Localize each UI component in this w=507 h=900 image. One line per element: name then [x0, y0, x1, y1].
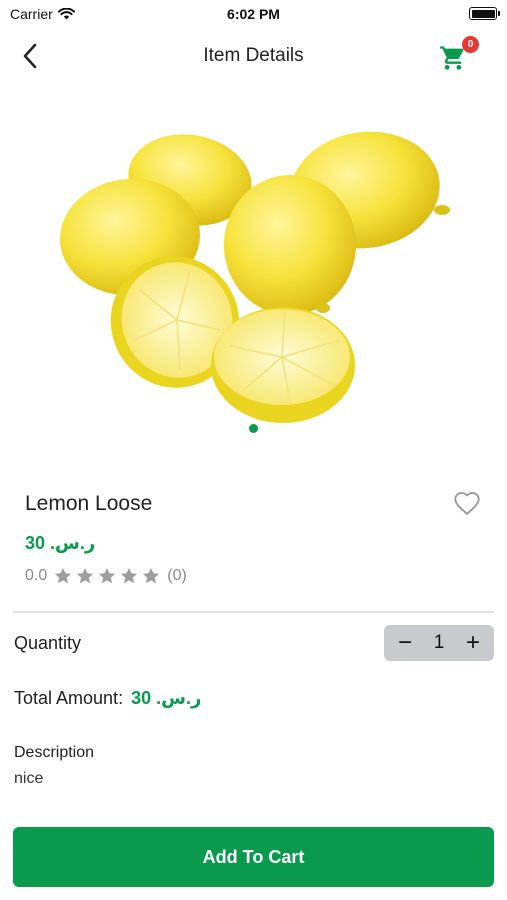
- gallery-dot-active[interactable]: [249, 424, 258, 433]
- total-amount-row: Total Amount: ر.س. 30: [14, 688, 201, 709]
- increment-button[interactable]: +: [464, 631, 482, 655]
- nav-header: Item Details 0: [0, 30, 507, 82]
- gallery-pager: [0, 424, 507, 433]
- description-label: Description: [14, 744, 95, 761]
- status-time: 6:02 PM: [227, 6, 280, 22]
- decrement-button[interactable]: −: [396, 631, 414, 655]
- battery-icon: [469, 7, 500, 20]
- product-image[interactable]: [40, 110, 467, 425]
- star-icon: [121, 568, 138, 584]
- heart-icon: [454, 491, 480, 515]
- star-icon: [55, 568, 72, 584]
- product-name: Lemon Loose: [25, 492, 153, 515]
- quantity-stepper: − 1 +: [384, 625, 494, 661]
- description-text: nice: [14, 770, 44, 787]
- cart-button[interactable]: 0: [439, 36, 479, 72]
- product-price: ر.س. 30: [25, 533, 96, 553]
- divider: [13, 611, 494, 613]
- rating-count: (0): [167, 567, 187, 584]
- star-icon: [143, 568, 160, 584]
- rating-row: 0.0 (0): [25, 566, 187, 586]
- star-icon: [77, 568, 94, 584]
- rating-stars: [53, 566, 161, 586]
- quantity-value: 1: [433, 632, 445, 653]
- cart-count-badge: 0: [462, 36, 479, 53]
- lemons-image: [60, 131, 450, 423]
- wishlist-button[interactable]: [452, 490, 482, 518]
- page-title: Item Details: [203, 45, 304, 66]
- rating-value: 0.0: [25, 567, 48, 584]
- add-to-cart-button[interactable]: Add To Cart: [13, 827, 494, 887]
- quantity-label: Quantity: [14, 633, 82, 653]
- star-icon: [99, 568, 116, 584]
- total-value: ر.س. 30: [131, 688, 202, 708]
- status-bar: Carrier 6:02 PM: [0, 0, 507, 28]
- total-label: Total Amount:: [14, 688, 124, 708]
